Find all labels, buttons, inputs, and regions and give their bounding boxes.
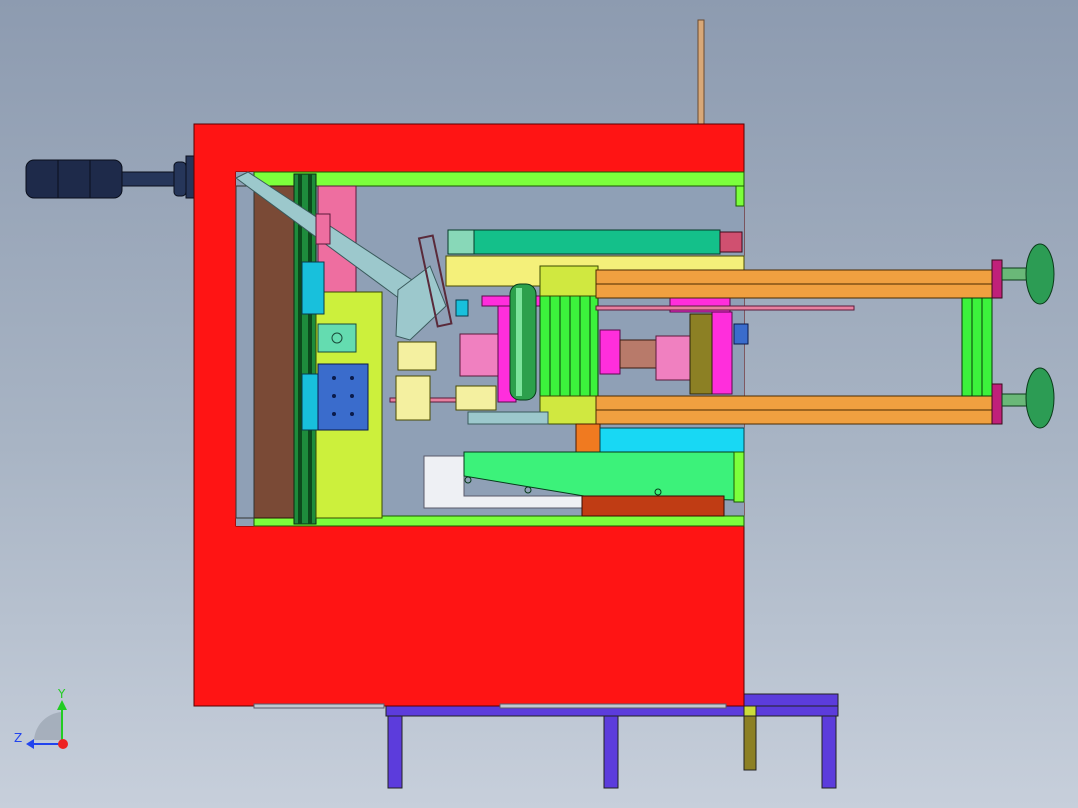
blue-mount-plate <box>317 363 369 431</box>
rust-block <box>581 495 725 517</box>
olive-actuator <box>689 313 713 395</box>
teal-top-bar <box>447 229 743 255</box>
fin-stack <box>539 295 599 397</box>
table-leg <box>603 715 619 789</box>
machine-assembly-model[interactable]: Y Z <box>0 0 1078 808</box>
cyan-block <box>599 427 745 453</box>
vertical-rod <box>697 19 705 127</box>
roller-cylinder <box>509 283 537 401</box>
orange-post <box>575 423 601 455</box>
brown-plate <box>253 185 295 519</box>
axis-triad: Y Z <box>14 687 68 749</box>
knob-bottom <box>1001 367 1055 429</box>
cad-viewport[interactable]: Y Z <box>0 0 1078 808</box>
actuator-rod <box>619 339 661 369</box>
orange-arm-bottom <box>595 395 993 425</box>
table-leg <box>821 715 837 789</box>
rail-block <box>301 261 325 315</box>
z-axis-label: Z <box>14 731 22 745</box>
small-plate <box>317 323 357 353</box>
y-axis-label: Y <box>57 687 66 701</box>
knob-top <box>1001 243 1055 305</box>
pink-carriage <box>459 333 501 377</box>
orange-arm-top <box>595 269 993 299</box>
arm-connector <box>961 297 993 397</box>
left-motor <box>25 155 197 199</box>
table-leg <box>387 715 403 789</box>
